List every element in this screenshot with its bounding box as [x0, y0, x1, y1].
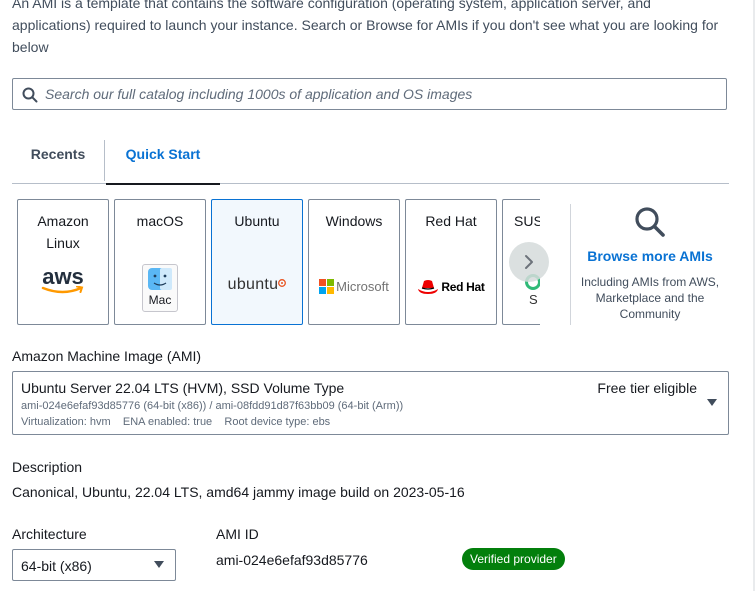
- intro-text: An AMI is a template that contains the s…: [12, 0, 719, 55]
- search-input[interactable]: [45, 84, 715, 104]
- ami-id-label: AMI ID: [216, 526, 259, 542]
- magnifier-icon[interactable]: [634, 206, 666, 238]
- browse-divider: [570, 204, 571, 325]
- architecture-value: 64-bit (x86): [21, 558, 92, 574]
- tab-recents[interactable]: Recents: [12, 126, 104, 183]
- os-tile-label: macOS: [136, 213, 184, 229]
- active-tab-indicator: [106, 183, 220, 185]
- description-value: Canonical, Ubuntu, 22.04 LTS, amd64 jamm…: [12, 484, 465, 500]
- ami-meta: Virtualization: hvm ENA enabled: true Ro…: [21, 416, 331, 428]
- os-tile-windows[interactable]: Windows Microsoft: [308, 199, 400, 325]
- os-tile-macos[interactable]: macOS Mac: [114, 199, 206, 325]
- free-tier-label: Free tier eligible: [597, 380, 697, 396]
- os-tile-ubuntu[interactable]: Ubuntu ubuntu: [211, 199, 303, 325]
- microsoft-logo-icon: Microsoft: [309, 278, 399, 328]
- os-tile-label: Ubuntu: [234, 213, 280, 229]
- os-tile-label: Windows: [325, 213, 383, 229]
- browse-description: Including AMIs from AWS, Marketplace and…: [580, 275, 720, 321]
- ami-search-box[interactable]: [12, 78, 727, 110]
- ami-id-value: ami-024e6efaf93d85776: [216, 552, 368, 568]
- search-icon: [22, 87, 38, 103]
- carousel-next-button[interactable]: [509, 242, 549, 282]
- os-tile-label: SUS: [514, 213, 540, 229]
- caret-down-icon: [154, 561, 164, 568]
- aws-logo-icon: aws: [18, 266, 108, 316]
- ami-field-label: Amazon Machine Image (AMI): [12, 348, 202, 364]
- tab-quick-start[interactable]: Quick Start: [106, 126, 220, 183]
- verified-provider-badge: Verified provider: [462, 548, 565, 570]
- finder-icon: Mac: [115, 264, 205, 314]
- os-tile-red-hat[interactable]: Red Hat Red Hat: [405, 199, 497, 325]
- ami-tabs: Recents Quick Start: [12, 126, 729, 185]
- ami-ids: ami-024e6efaf93d85776 (64-bit (x86)) / a…: [21, 400, 404, 412]
- description-label: Description: [12, 459, 83, 475]
- architecture-label: Architecture: [12, 526, 87, 542]
- os-tile-logo-text: S: [529, 292, 538, 307]
- chevron-right-icon: [525, 255, 533, 269]
- os-tile-amazon-linux[interactable]: Amazon Linux aws: [17, 199, 109, 325]
- red-hat-logo-icon: Red Hat: [406, 278, 496, 328]
- ami-select[interactable]: Ubuntu Server 22.04 LTS (HVM), SSD Volum…: [12, 371, 729, 435]
- architecture-select[interactable]: 64-bit (x86): [12, 549, 176, 581]
- tab-divider: [104, 140, 105, 181]
- os-tile-label: Red Hat: [425, 213, 477, 229]
- ami-title: Ubuntu Server 22.04 LTS (HVM), SSD Volum…: [21, 380, 345, 396]
- browse-more-amis-link[interactable]: Browse more AMIs: [575, 246, 725, 266]
- caret-down-icon: [707, 399, 717, 406]
- os-tile-label: Amazon Linux: [37, 213, 89, 251]
- ubuntu-logo-icon: ubuntu: [212, 276, 302, 326]
